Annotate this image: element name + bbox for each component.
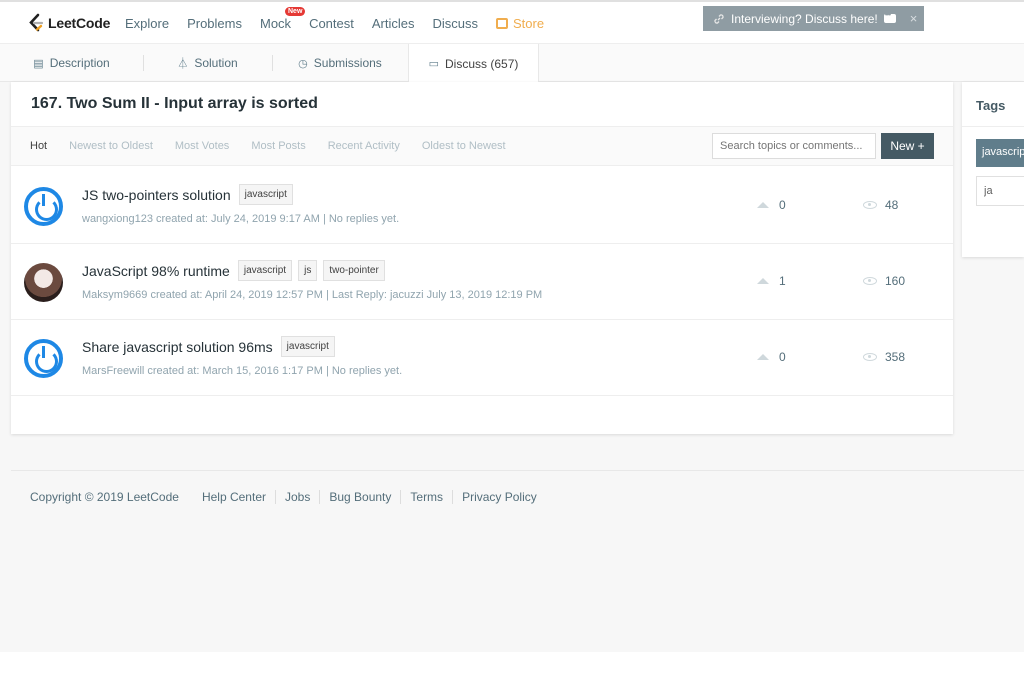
vote-count: 0 [757, 198, 786, 212]
eye-icon [863, 277, 877, 285]
clock-icon: ◷ [298, 57, 308, 70]
nav-contest[interactable]: Contest [309, 16, 354, 31]
tab-discuss[interactable]: ▭ Discuss (657) [408, 44, 539, 83]
page-bottom [0, 652, 1024, 683]
topic-meta: Maksym9669 created at: April 24, 2019 12… [82, 289, 543, 301]
tag-search-input[interactable] [976, 176, 1024, 206]
topic-meta: wangxiong123 created at: July 24, 2019 9… [82, 213, 400, 225]
topic-title[interactable]: JS two-pointers solution [82, 187, 231, 203]
upvote-icon[interactable] [757, 278, 769, 284]
document-icon: ▤ [33, 57, 44, 70]
nav-mock-label: Mock [260, 16, 292, 31]
link-icon [714, 13, 724, 24]
view-count: 358 [863, 350, 905, 364]
search-input[interactable] [712, 133, 876, 159]
topic-title[interactable]: JavaScript 98% runtime [82, 263, 230, 279]
discuss-card: 167. Two Sum II - Input array is sorted … [11, 82, 953, 434]
footer-jobs[interactable]: Jobs [274, 490, 319, 504]
filter-bar: Hot Newest to Oldest Most Votes Most Pos… [11, 126, 953, 166]
topic-tag[interactable]: javascript [237, 260, 293, 281]
filter-newest[interactable]: Newest to Oldest [69, 140, 153, 152]
footer-divider [11, 470, 1024, 471]
interview-banner[interactable]: Interviewing? Discuss here! × [703, 6, 924, 31]
tab-solution-label: Solution [194, 56, 238, 70]
view-count: 48 [863, 198, 898, 212]
topic-row[interactable]: Share javascript solution 96ms javascrip… [11, 319, 953, 396]
close-icon[interactable]: × [910, 11, 918, 26]
topic-tag[interactable]: javascript [238, 184, 293, 205]
filter-oldest[interactable]: Oldest to Newest [422, 140, 506, 152]
view-count-value: 48 [885, 198, 899, 212]
footer-bug-bounty[interactable]: Bug Bounty [319, 490, 400, 504]
avatar-power-icon[interactable] [24, 187, 63, 226]
nav-store-label: Store [513, 16, 545, 31]
footer-terms[interactable]: Terms [400, 490, 452, 504]
new-topic-button[interactable]: New + [881, 133, 934, 159]
eye-icon [863, 201, 877, 209]
footer: Copyright © 2019 LeetCode Help Center Jo… [30, 490, 546, 504]
main-nav: Explore Problems Mock New Contest Article… [125, 7, 562, 31]
logo-text: LeetCode [48, 15, 111, 31]
tab-submissions-label: Submissions [313, 56, 382, 70]
sort-filters: Hot Newest to Oldest Most Votes Most Pos… [30, 140, 528, 152]
nav-mock[interactable]: Mock New [260, 7, 306, 31]
page-title: 167. Two Sum II - Input array is sorted [31, 95, 318, 112]
view-count: 160 [863, 274, 905, 288]
view-count-value: 358 [885, 350, 906, 364]
avatar[interactable] [24, 263, 63, 302]
topic-row[interactable]: JS two-pointers solution javascript wang… [11, 167, 953, 244]
avatar-power-icon[interactable] [24, 339, 63, 378]
eye-icon [863, 353, 877, 361]
topic-tag[interactable]: javascript [280, 336, 335, 357]
tab-discuss-label: Discuss (657) [445, 56, 519, 71]
topic-title-line: JS two-pointers solution javascript [82, 184, 293, 205]
logo[interactable]: LeetCode [28, 12, 110, 34]
vote-count: 0 [757, 350, 786, 364]
tab-submissions[interactable]: ◷ Submissions [272, 44, 408, 82]
vote-count-value: 0 [779, 350, 786, 364]
tab-description[interactable]: ▤ Description [0, 44, 143, 82]
tags-title: Tags [976, 98, 1006, 113]
topic-tag[interactable]: two-pointer [323, 260, 385, 281]
footer-privacy-policy[interactable]: Privacy Policy [452, 490, 546, 504]
topic-title-line: Share javascript solution 96ms javascrip… [82, 336, 335, 357]
footer-help-center[interactable]: Help Center [193, 490, 275, 504]
tab-description-label: Description [49, 56, 110, 70]
nav-explore[interactable]: Explore [125, 16, 169, 31]
tags-panel: Tags javascript [962, 82, 1024, 257]
flask-icon: ⏃ [177, 58, 189, 70]
topic-meta: MarsFreewill created at: March 15, 2016 … [82, 365, 403, 377]
upvote-icon[interactable] [757, 202, 769, 208]
filter-most-votes[interactable]: Most Votes [175, 140, 229, 152]
leetcode-logo-icon [28, 13, 44, 33]
topic-tag[interactable]: js [298, 260, 318, 281]
vote-count-value: 0 [779, 198, 786, 212]
divider [962, 126, 1024, 127]
vote-count: 1 [757, 274, 786, 288]
nav-articles[interactable]: Articles [372, 16, 415, 31]
topic-title[interactable]: Share javascript solution 96ms [82, 339, 273, 355]
nav-store[interactable]: Store [496, 16, 544, 31]
topic-title-line: JavaScript 98% runtime javascript js two… [82, 260, 385, 281]
comment-icon: ▭ [428, 58, 440, 70]
interview-banner-text: Interviewing? Discuss here! [731, 11, 878, 26]
topic-row[interactable]: JavaScript 98% runtime javascript js two… [11, 243, 953, 320]
copyright: Copyright © 2019 LeetCode [30, 490, 179, 504]
store-icon [496, 18, 509, 29]
top-navbar: LeetCode Explore Problems Mock New Contes… [0, 0, 1024, 44]
filter-recent-activity[interactable]: Recent Activity [328, 140, 400, 152]
vote-count-value: 1 [779, 274, 786, 288]
chat-icon [883, 10, 896, 23]
filter-most-posts[interactable]: Most Posts [251, 140, 305, 152]
problem-tabs: ▤ Description ⏃ Solution ◷ Submissions ▭… [0, 44, 1024, 83]
nav-problems[interactable]: Problems [187, 16, 242, 31]
nav-discuss[interactable]: Discuss [433, 16, 479, 31]
tab-solution[interactable]: ⏃ Solution [143, 44, 272, 82]
new-badge: New [285, 7, 306, 16]
upvote-icon[interactable] [757, 354, 769, 360]
selected-tag[interactable]: javascript [976, 139, 1024, 167]
filter-hot[interactable]: Hot [30, 140, 47, 152]
view-count-value: 160 [885, 274, 906, 288]
